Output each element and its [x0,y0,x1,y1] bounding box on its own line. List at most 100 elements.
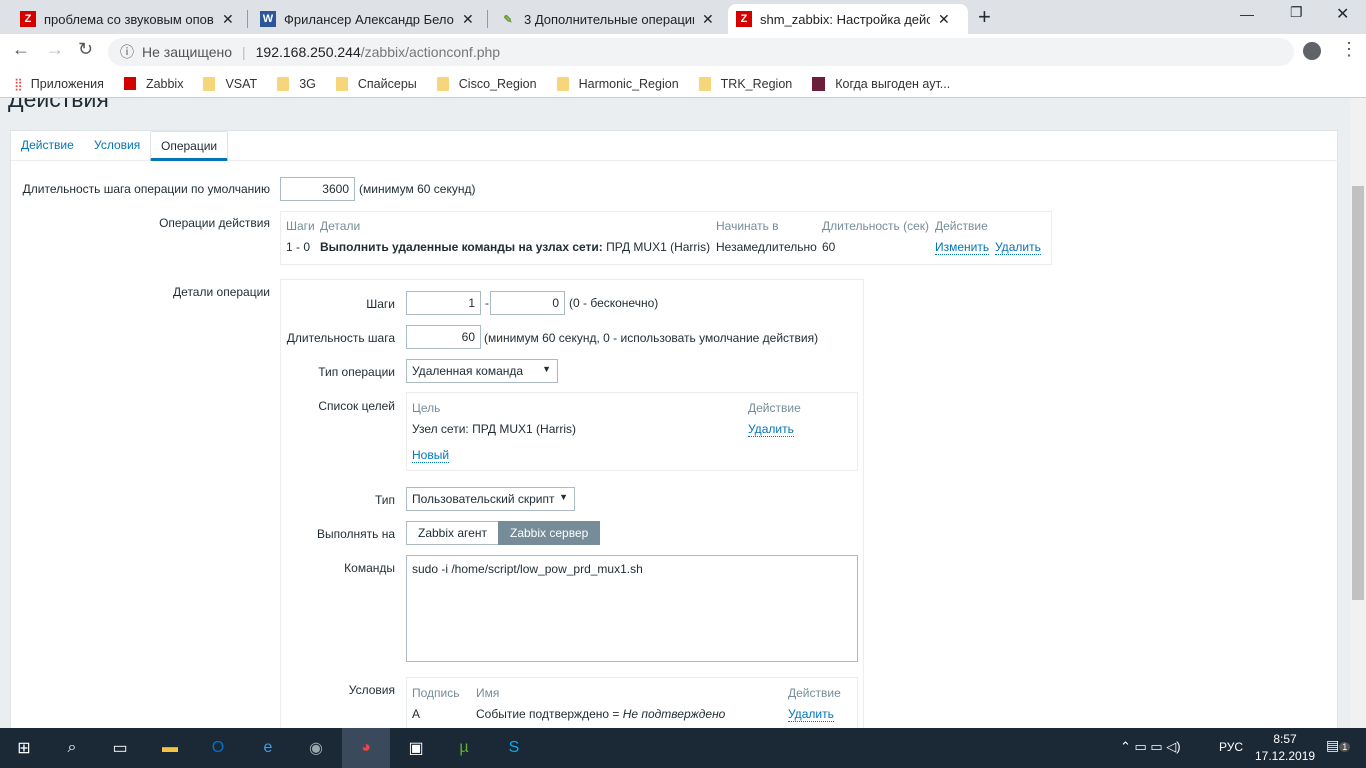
operations-table: Шаги Детали Начинать в Длительность (сек… [280,211,1052,265]
forward-icon[interactable]: → [46,39,64,60]
app-icon[interactable]: ◉ [292,728,340,768]
op-details: Выполнить удаленные команды на узлах сет… [320,240,711,254]
folder-icon [436,76,449,91]
targets-table: Цель Действие Узел сети: ПРД MUX1 (Harri… [406,392,858,471]
url-path: /zabbix/actionconf.php [360,44,501,60]
maximize-button[interactable]: ❐ [1290,4,1303,21]
tab-title: Фрилансер Александр Белорусо [284,11,454,27]
new-tab-button[interactable]: + [978,4,991,30]
zabbix-icon [123,77,136,90]
bookmark-folder[interactable]: Спайсеры [335,76,417,91]
delete-operation-link[interactable]: Удалить [995,240,1041,255]
details-label: Детали операции [173,285,270,299]
new-target-link[interactable]: Новый [412,448,450,463]
default-step-input[interactable]: 3600 [280,177,355,201]
page-favicon-icon: ✎ [503,13,513,26]
bookmark-link[interactable]: Когда выгоден аут... [812,76,950,91]
folder-icon [335,76,348,91]
tab-operations[interactable]: Операции [150,131,229,161]
search-icon[interactable]: ⌕ [48,728,96,768]
tab-action[interactable]: Действие [11,131,84,161]
minimize-button[interactable]: — [1240,6,1254,22]
close-tab-icon[interactable]: ✕ [462,11,474,28]
operations-label: Операции действия [159,216,270,230]
delete-target-link[interactable]: Удалить [748,422,794,437]
operation-details: Шаги 1 - 0 (0 - бесконечно) Длительность… [280,279,864,728]
bookmark-folder[interactable]: 3G [277,76,316,91]
op-steps: 1 - 0 [286,240,311,254]
reload-icon[interactable]: ↻ [78,39,93,60]
bookmark-folder[interactable]: Harmonic_Region [556,76,679,91]
profile-icon[interactable] [1303,42,1321,60]
dropdown-arrow-icon: ▼ [542,364,551,374]
clock[interactable]: 8:57 17.12.2019 [1255,732,1315,763]
tab-title: shm_zabbix: Настройка действи [760,11,930,27]
op-start: Незамедлительно [716,240,817,254]
bookmarks-bar: ⣿ Приложения Zabbix VSAT 3G Спайсеры Cisc… [0,70,1366,98]
menu-icon[interactable]: ⋮ [1340,39,1358,60]
skype-icon[interactable]: S [490,728,538,768]
close-tab-icon[interactable]: ✕ [222,11,234,28]
browser-tab[interactable]: Zпроблема со звуковым оповещ ✕ [12,4,242,34]
folder-icon [277,76,290,91]
target-host: Узел сети: ПРД MUX1 (Harris) [412,422,577,436]
dropdown-arrow-icon: ▼ [559,492,568,502]
folder-icon [203,76,216,91]
back-icon[interactable]: ← [12,39,30,60]
step-to-input[interactable]: 0 [490,291,565,315]
default-step-label: Длительность шага операции по умолчанию [22,182,270,196]
script-type-select[interactable]: Пользовательский скрипт ▼ [406,487,575,511]
browser-tab[interactable]: ✎ 3 Дополнительные операции [Z ✕ [492,4,722,34]
action-form: Действие Условия Операции Длительность ш… [10,130,1339,728]
operation-type-select[interactable]: Удаленная команда ▼ [406,359,558,383]
close-tab-icon[interactable]: ✕ [702,11,714,28]
zabbix-page: Действия Действие Условия Операции Длите… [0,98,1350,728]
site-icon [812,76,826,91]
outlook-icon[interactable]: O [194,728,242,768]
close-window-button[interactable]: ✕ [1336,4,1349,24]
task-view-icon[interactable]: ▭ [96,728,144,768]
page-title: Действия [8,98,109,112]
zabbix-favicon-icon: Z [736,11,752,27]
taskbar: ⊞ ⌕ ▭ ▬ O e ◉ ◕ ▣ µ S ⌃ ▭ ▭ ◁) РУС 8:57 1… [0,728,1366,768]
folder-icon [698,76,711,91]
bookmark-folder[interactable]: Cisco_Region [436,76,537,91]
step-duration-input[interactable]: 60 [406,325,481,349]
tray-icons[interactable]: ⌃ ▭ ▭ ◁) [1120,739,1181,755]
form-tabs: Действие Условия Операции [11,131,1339,161]
scrollbar-thumb[interactable] [1352,186,1364,600]
exec-zabbix-agent[interactable]: Zabbix агент [406,521,499,545]
bookmark-folder[interactable]: VSAT [203,76,257,91]
exec-zabbix-server[interactable]: Zabbix сервер [498,521,601,545]
folder-icon [556,76,569,91]
start-windows-icon[interactable]: ⊞ [0,728,48,768]
utorrent-icon[interactable]: µ [440,728,488,768]
commands-textarea[interactable]: sudo -i /home/script/low_pow_prd_mux1.sh [406,555,858,662]
ie-icon[interactable]: e [244,728,292,768]
close-tab-icon[interactable]: ✕ [938,11,950,28]
apps-grid-icon: ⣿ [14,76,23,91]
browser-tab-active[interactable]: Zshm_zabbix: Настройка действи ✕ [728,4,968,34]
terminal-icon[interactable]: ▣ [392,728,440,768]
browser-tab-strip: Zпроблема со звуковым оповещ ✕ W Фрилансер… [0,0,1366,34]
security-label: Не защищено [142,44,232,60]
chrome-icon[interactable]: ◕ [342,728,390,768]
op-duration: 60 [822,240,836,254]
browser-tab[interactable]: W Фрилансер Александр Белорусо ✕ [252,4,482,34]
url-host: 192.168.250.244 [255,44,361,60]
omnibox[interactable]: ⓘ Не защищено | 192.168.250.244/zabbix/a… [108,38,1294,66]
zabbix-favicon-icon: Z [20,11,36,27]
notifications-icon[interactable]: ▤ 1 [1326,737,1351,754]
conditions-table: Подпись Имя Действие A Событие подтвержд… [406,677,858,728]
edit-operation-link[interactable]: Изменить [935,240,990,255]
step-from-input[interactable]: 1 [406,291,481,315]
word-favicon-icon: W [260,11,276,27]
file-explorer-icon[interactable]: ▬ [146,728,194,768]
delete-condition-link[interactable]: Удалить [788,707,834,722]
tab-conditions[interactable]: Условия [84,131,150,161]
bookmark-folder[interactable]: TRK_Region [698,76,792,91]
info-icon: ⓘ [120,44,134,60]
language-indicator[interactable]: РУС [1219,740,1243,754]
bookmark-apps[interactable]: ⣿ Приложения [14,77,104,91]
bookmark-zabbix[interactable]: Zabbix [123,77,183,91]
